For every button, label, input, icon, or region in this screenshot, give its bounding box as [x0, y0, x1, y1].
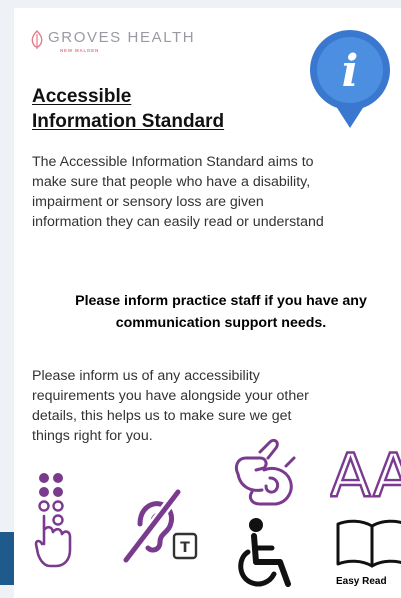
- request-line: details, this helps us to make sure we g…: [32, 408, 292, 424]
- intro-line: information they can easily read or unde…: [32, 214, 324, 230]
- page-title: Accessible Information Standard: [32, 84, 224, 134]
- support-notice: Please inform practice staff if you have…: [32, 290, 401, 334]
- wheelchair-icon: [238, 518, 291, 587]
- request-line: requirements you have alongside your oth…: [32, 388, 309, 404]
- background-strip: [0, 532, 14, 585]
- brand-logo: GROVES HEALTH NEW MALDEN: [30, 30, 195, 53]
- text-phone-key: T: [180, 540, 190, 556]
- sign-language-icon: [234, 438, 296, 506]
- notice-line-2: communication support needs.: [115, 315, 327, 331]
- braille-icon: [34, 473, 72, 568]
- notice-line-1: Please inform practice staff if you have…: [75, 293, 367, 309]
- request-line: Please inform us of any accessibility: [32, 368, 260, 384]
- large-text-letters: AA: [330, 441, 401, 506]
- brand-name: GROVES HEALTH: [48, 29, 196, 46]
- intro-line: make sure that people who have a disabil…: [32, 174, 311, 190]
- poster-card: GROVES HEALTH NEW MALDEN Accessible Info…: [14, 8, 401, 598]
- hearing-loop-icon: T: [121, 487, 198, 565]
- info-letter: i: [342, 46, 359, 97]
- info-icon: i: [310, 30, 390, 128]
- title-line-1: Accessible: [32, 86, 132, 107]
- intro-line: impairment or sensory loss are given: [32, 194, 264, 210]
- title-line-2: Information Standard: [32, 111, 225, 132]
- intro-line: The Accessible Information Standard aims…: [32, 154, 314, 170]
- large-text-icon: AA: [330, 440, 401, 506]
- easy-read-book-icon: [336, 519, 401, 568]
- intro-paragraph: The Accessible Information Standard aims…: [32, 152, 401, 232]
- request-paragraph: Please inform us of any accessibility re…: [32, 366, 401, 446]
- leaf-logo-icon: [31, 30, 43, 49]
- brand-location: NEW MALDEN: [60, 48, 99, 53]
- easy-read-label: Easy Read: [336, 576, 387, 587]
